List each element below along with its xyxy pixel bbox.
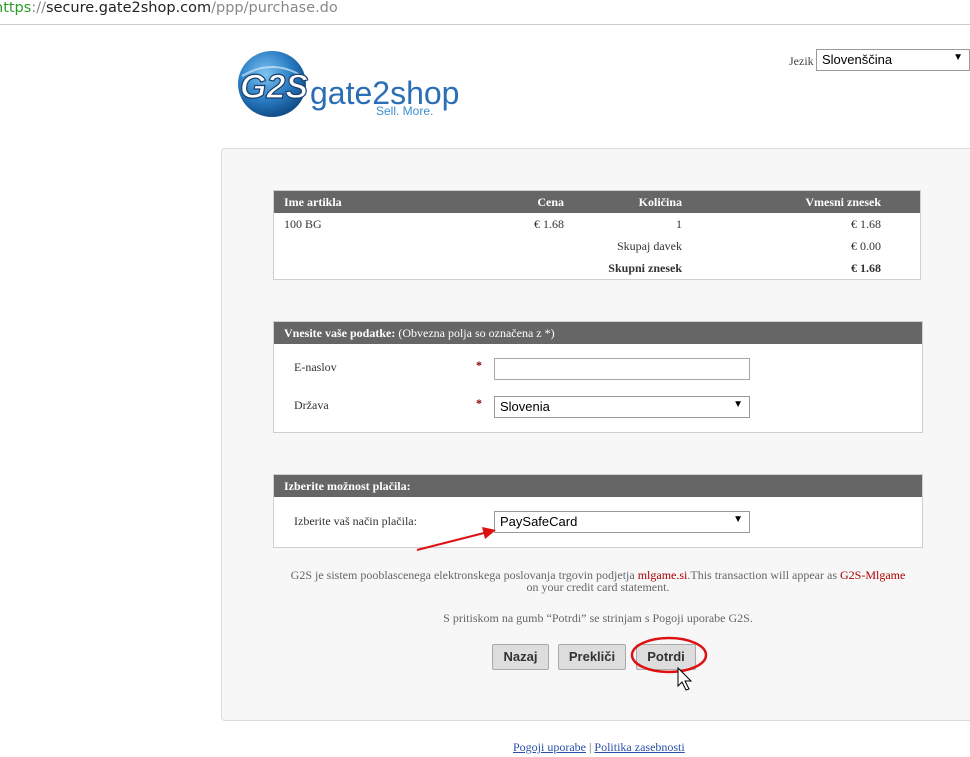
- red-arrow-annotation: [416, 527, 496, 551]
- red-circle-annotation: [630, 636, 708, 674]
- annotation-overlay: [416, 527, 708, 691]
